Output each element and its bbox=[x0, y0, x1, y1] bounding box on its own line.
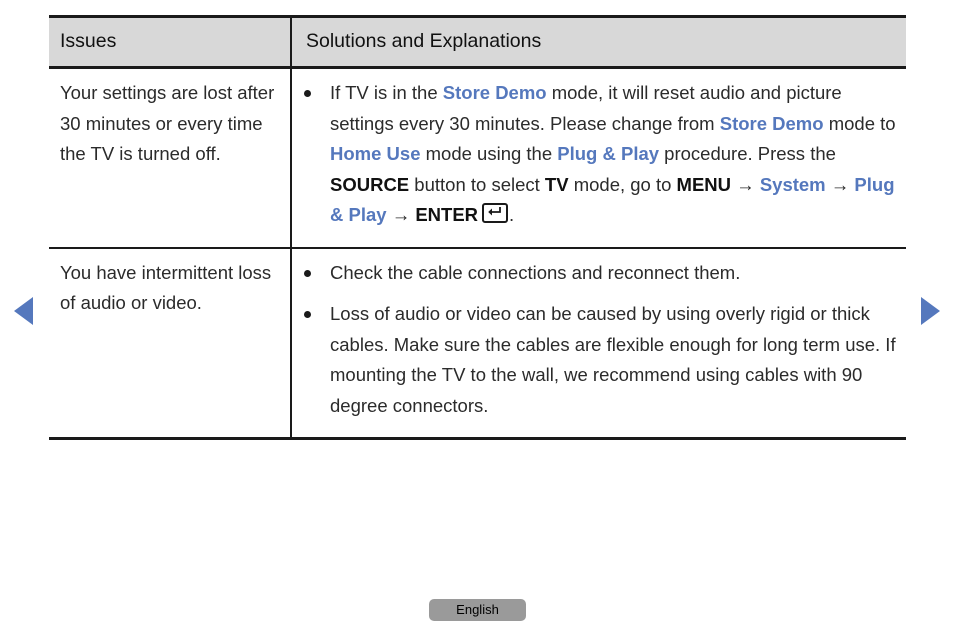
text-run: mode to bbox=[823, 112, 896, 134]
table-row: Your settings are lost after 30 minutes … bbox=[49, 67, 906, 249]
column-header-solutions: Solutions and Explanations bbox=[290, 15, 906, 69]
solution-cell: If TV is in the Store Demo mode, it will… bbox=[290, 67, 906, 249]
issue-cell: Your settings are lost after 30 minutes … bbox=[49, 67, 291, 249]
arrow-separator: → bbox=[731, 173, 760, 195]
issue-cell: You have intermittent loss of audio or v… bbox=[49, 247, 291, 440]
highlighted-term: System bbox=[759, 173, 826, 195]
list-item: Loss of audio or video can be caused by … bbox=[292, 299, 900, 421]
text-run: button to select bbox=[409, 173, 545, 195]
highlighted-term: Store Demo bbox=[442, 82, 547, 103]
text-run: Check the cable connections and reconnec… bbox=[330, 261, 741, 283]
text-run: Loss of audio or video can be caused by … bbox=[330, 303, 896, 416]
bullet-dot-icon bbox=[304, 269, 311, 277]
previous-page-arrow-icon[interactable] bbox=[14, 297, 33, 325]
enter-key-icon bbox=[482, 203, 509, 223]
bold-term: SOURCE bbox=[330, 173, 410, 195]
solution-text: Check the cable connections and reconnec… bbox=[330, 262, 740, 283]
solution-bullet-list: If TV is in the Store Demo mode, it will… bbox=[292, 78, 900, 231]
highlighted-term: Plug & Play bbox=[557, 143, 660, 164]
text-run: mode, go to bbox=[568, 173, 677, 195]
bold-term: MENU bbox=[676, 173, 732, 195]
language-badge[interactable]: English bbox=[429, 599, 526, 621]
solution-bullet-list: Check the cable connections and reconnec… bbox=[292, 258, 900, 422]
text-run: mode using the bbox=[420, 143, 558, 164]
arrow-separator: → bbox=[825, 173, 855, 195]
solution-cell: Check the cable connections and reconnec… bbox=[290, 247, 906, 440]
solution-text: If TV is in the Store Demo mode, it will… bbox=[330, 82, 896, 225]
column-header-issues: Issues bbox=[49, 15, 291, 69]
table-header: Issues Solutions and Explanations bbox=[49, 15, 906, 69]
highlighted-term: Home Use bbox=[330, 143, 421, 164]
table-header-row: Issues Solutions and Explanations bbox=[49, 15, 906, 69]
table-body: Your settings are lost after 30 minutes … bbox=[49, 67, 906, 440]
list-item: Check the cable connections and reconnec… bbox=[292, 258, 900, 289]
troubleshooting-table: Issues Solutions and Explanations Your s… bbox=[49, 15, 906, 440]
arrow-separator: → bbox=[386, 204, 416, 225]
bold-term: ENTER bbox=[415, 204, 479, 225]
bullet-dot-icon bbox=[304, 90, 311, 97]
next-page-arrow-icon[interactable] bbox=[921, 297, 940, 325]
text-run: If TV is in the bbox=[330, 82, 443, 103]
list-item: If TV is in the Store Demo mode, it will… bbox=[292, 78, 900, 231]
bold-term: TV bbox=[544, 173, 569, 195]
table-row: You have intermittent loss of audio or v… bbox=[49, 247, 906, 440]
bullet-dot-icon bbox=[304, 311, 311, 318]
solution-text: Loss of audio or video can be caused by … bbox=[330, 303, 896, 416]
text-run: . bbox=[509, 204, 515, 225]
highlighted-term: Store Demo bbox=[719, 112, 824, 134]
text-run: procedure. Press the bbox=[659, 143, 836, 164]
